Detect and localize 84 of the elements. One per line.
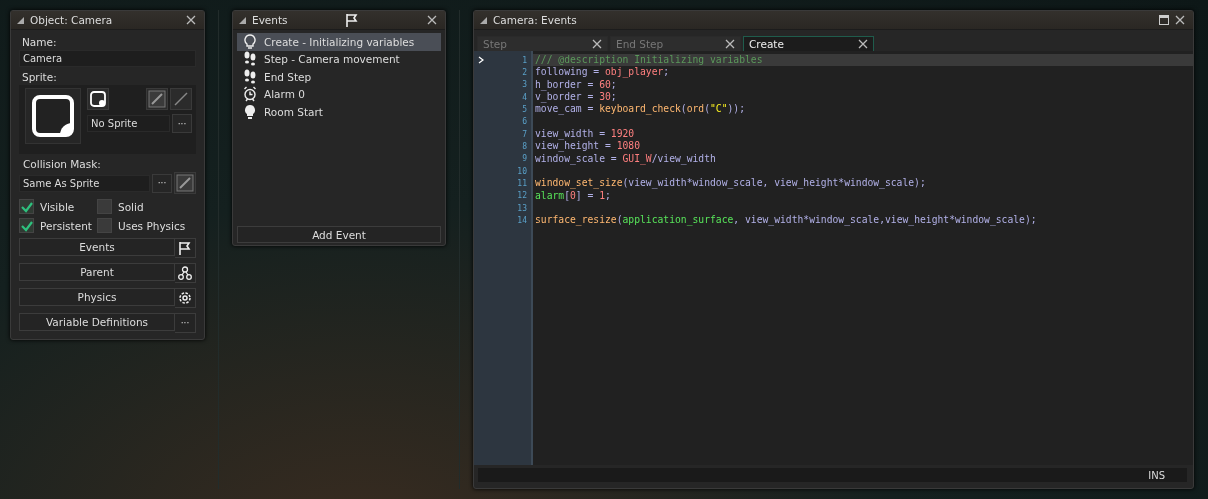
brush-icon[interactable] — [170, 88, 192, 110]
line-number: 1 — [522, 55, 527, 65]
code-line: view_width = 1920 — [535, 128, 635, 140]
checkbox[interactable] — [19, 199, 34, 214]
event-item[interactable]: Create - Initializing variables — [237, 33, 441, 51]
panel-button[interactable]: Parent — [19, 263, 175, 281]
collision-mask-field[interactable]: Same As Sprite — [19, 174, 150, 192]
check-icon — [20, 200, 33, 213]
collapse-icon — [239, 16, 246, 24]
check-icon — [20, 219, 33, 232]
window-title: Object: Camera — [30, 14, 113, 26]
event-item[interactable]: Alarm 0 — [237, 85, 441, 103]
close-icon[interactable] — [186, 15, 196, 25]
code-line: window_set_size(view_width*window_scale, view_height*window_scale); — [535, 177, 926, 189]
lightbulb-icon — [243, 33, 257, 50]
code-line: alarm[0] = 1; — [535, 189, 611, 201]
code-line: surface_resize(application_surface, view_width*window_scale,view_height*window_scale); — [535, 214, 1037, 226]
flag-icon — [345, 13, 360, 27]
line-number: 10 — [517, 166, 527, 176]
close-icon[interactable] — [592, 39, 602, 49]
editor-tab[interactable]: Create — [743, 36, 874, 51]
alarm-clock-icon — [243, 86, 257, 103]
line-number: 14 — [517, 216, 527, 226]
close-icon[interactable] — [1175, 15, 1185, 25]
sprite-preview-icon — [25, 88, 81, 144]
more-button[interactable]: ··· — [172, 114, 192, 133]
line-number: 6 — [522, 117, 527, 127]
line-number: 12 — [517, 191, 527, 201]
collapse-icon — [480, 16, 487, 24]
code-line: view_height = 1080 — [535, 140, 640, 152]
event-item[interactable]: Step - Camera movement — [237, 50, 441, 68]
line-number: 7 — [522, 129, 527, 139]
line-number: 13 — [517, 203, 527, 213]
window-title: Events — [252, 14, 288, 26]
line-number: 2 — [522, 68, 527, 77]
line-number: 5 — [522, 105, 527, 115]
panel-button[interactable]: Events — [19, 238, 175, 256]
caret-icon — [478, 56, 484, 65]
checkbox[interactable] — [97, 199, 112, 214]
field-label: Name: — [21, 36, 58, 48]
line-number: 8 — [522, 142, 527, 152]
code-line: v_border = 30; — [535, 91, 617, 103]
more-button[interactable]: ··· — [175, 313, 196, 333]
name-field[interactable]: Camera — [19, 50, 196, 67]
close-icon[interactable] — [858, 39, 868, 49]
line-number: 3 — [522, 80, 527, 90]
panel-button[interactable]: Variable Definitions — [19, 313, 175, 331]
event-item[interactable]: Room Start — [237, 103, 441, 121]
edit-image-icon[interactable] — [174, 172, 196, 194]
checkbox-label: Solid — [118, 200, 144, 213]
maximize-icon[interactable] — [1159, 15, 1169, 25]
code-line: h_border = 60; — [535, 78, 617, 90]
close-icon[interactable] — [725, 39, 735, 49]
close-icon[interactable] — [427, 15, 437, 25]
line-number: 11 — [517, 179, 527, 189]
lightbulb-icon — [243, 103, 257, 120]
edit-image-icon[interactable] — [146, 88, 168, 110]
collapse-icon — [17, 16, 24, 24]
new-sprite-icon[interactable] — [87, 88, 109, 110]
checkbox[interactable] — [19, 218, 34, 233]
gear-icon — [178, 291, 192, 305]
footprints-icon — [243, 51, 257, 68]
window-title: Camera: Events — [493, 14, 577, 26]
code-line: /// @description Initializing variables — [535, 54, 763, 65]
checkbox-label: Visible — [40, 200, 75, 213]
checkbox-label: Uses Physics — [118, 219, 186, 232]
footprints-icon — [243, 68, 257, 85]
panel-button[interactable]: Physics — [19, 288, 175, 306]
line-number: 9 — [522, 154, 527, 164]
code-line: window_scale = GUI_W/view_width — [535, 152, 716, 164]
field-label: Sprite: — [21, 71, 58, 83]
event-item[interactable]: End Step — [237, 68, 441, 86]
insert-mode-label: INS — [1148, 469, 1165, 481]
checkbox[interactable] — [97, 218, 112, 233]
more-button[interactable]: ··· — [152, 173, 172, 193]
code-line: following = obj_player; — [535, 66, 670, 78]
sprite-field[interactable]: No Sprite — [87, 115, 170, 132]
code-line: move_cam = keyboard_check(ord("C")); — [535, 103, 745, 115]
line-number: 4 — [522, 92, 527, 102]
add-event-button[interactable]: Add Event — [237, 226, 441, 243]
checkbox-label: Persistent — [40, 219, 92, 232]
field-label: Collision Mask: — [22, 158, 102, 170]
flag-icon — [178, 241, 192, 255]
nodes-icon — [178, 266, 192, 280]
